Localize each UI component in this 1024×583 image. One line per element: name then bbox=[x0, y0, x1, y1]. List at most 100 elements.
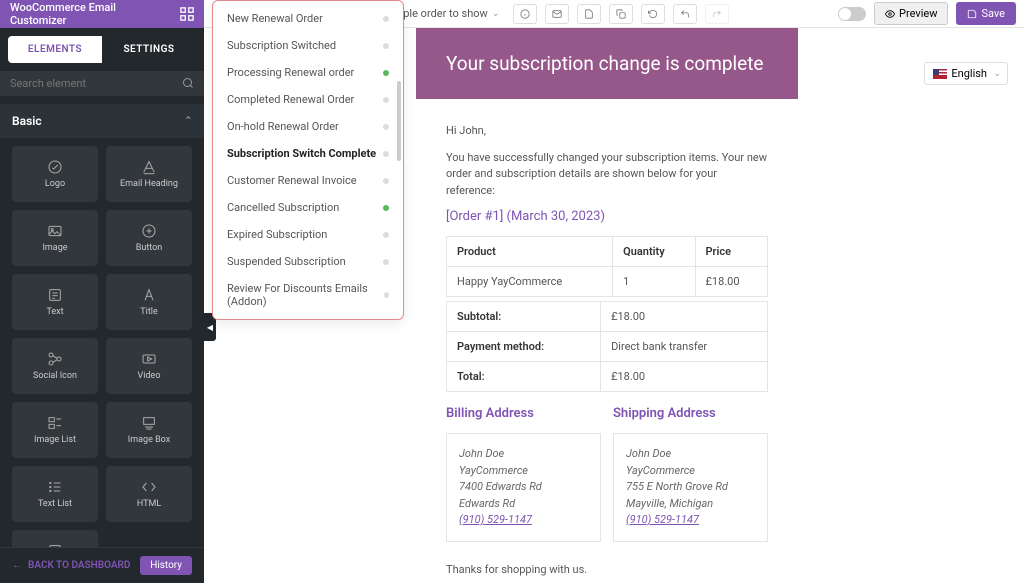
col-price: Price bbox=[695, 237, 768, 267]
dropdown-item[interactable]: New Renewal Order bbox=[213, 5, 403, 32]
dropdown-item[interactable]: Processing Renewal order bbox=[213, 59, 403, 86]
element-email-heading[interactable]: Email Heading bbox=[106, 146, 192, 202]
element-label: Text List bbox=[38, 499, 72, 509]
table-row: Happy YayCommerce 1 £18.00 bbox=[447, 267, 768, 297]
element-footer[interactable]: Footer bbox=[12, 530, 98, 547]
email-intro: You have successfully changed your subsc… bbox=[446, 150, 768, 200]
back-to-dashboard[interactable]: ← BACK TO DASHBOARD bbox=[12, 560, 130, 571]
order-link[interactable]: [Order #1] (March 30, 2023) bbox=[446, 209, 768, 224]
status-dot-icon bbox=[383, 205, 389, 211]
sidebar-tabs: ELEMENTS SETTINGS bbox=[0, 28, 204, 71]
mail-icon[interactable] bbox=[545, 4, 569, 24]
element-social-icon[interactable]: Social Icon bbox=[12, 338, 98, 394]
dropdown-item[interactable]: On-hold Renewal Order bbox=[213, 113, 403, 140]
dropdown-item[interactable]: Completed Renewal Order bbox=[213, 86, 403, 113]
brand-title: WooCommerce Email Customizer bbox=[10, 1, 172, 27]
element-icon bbox=[141, 351, 157, 367]
cell-price: £18.00 bbox=[695, 267, 768, 297]
save-label: Save bbox=[981, 7, 1005, 20]
refresh-icon[interactable] bbox=[641, 4, 665, 24]
element-icon bbox=[47, 351, 63, 367]
billing-line2: Edwards Rd bbox=[459, 496, 588, 513]
undo-icon[interactable] bbox=[673, 4, 697, 24]
history-button[interactable]: History bbox=[140, 556, 192, 575]
element-html[interactable]: HTML bbox=[106, 466, 192, 522]
element-label: Image Box bbox=[128, 435, 170, 445]
chevron-down-icon: ⌄ bbox=[492, 9, 500, 19]
back-label: BACK TO DASHBOARD bbox=[28, 560, 130, 571]
dropdown-item[interactable]: Suspended Subscription bbox=[213, 248, 403, 275]
element-label: Social Icon bbox=[33, 371, 77, 381]
shipping-name: John Doe bbox=[626, 446, 755, 463]
search-icon bbox=[182, 77, 194, 89]
section-basic[interactable]: Basic ⌃ bbox=[0, 104, 204, 138]
element-image-list[interactable]: Image List bbox=[12, 402, 98, 458]
file-icon[interactable] bbox=[577, 4, 601, 24]
col-qty: Quantity bbox=[613, 237, 695, 267]
dropdown-label: Subscription Switch Complete bbox=[227, 147, 376, 160]
element-video[interactable]: Video bbox=[106, 338, 192, 394]
dark-mode-toggle[interactable] bbox=[838, 7, 866, 21]
dropdown-item[interactable]: Expired Subscription bbox=[213, 221, 403, 248]
dropdown-item[interactable]: Subscription Switched bbox=[213, 32, 403, 59]
dropdown-item[interactable]: Review For Discounts Emails (Addon) bbox=[213, 275, 403, 315]
dropdown-item[interactable]: Subscription Switch Complete bbox=[213, 140, 403, 167]
copy-icon[interactable] bbox=[609, 4, 633, 24]
grid-icon[interactable] bbox=[180, 7, 194, 21]
section-label: Basic bbox=[12, 114, 42, 128]
element-label: Text bbox=[46, 307, 63, 317]
billing-title: Billing Address bbox=[446, 406, 601, 421]
element-button[interactable]: Button bbox=[106, 210, 192, 266]
sidebar: ELEMENTS SETTINGS Basic ⌃ Logo Email Head… bbox=[0, 28, 204, 583]
save-button[interactable]: Save bbox=[956, 2, 1016, 25]
dropdown-item[interactable]: Customer Renewal Invoice bbox=[213, 167, 403, 194]
brand: WooCommerce Email Customizer bbox=[0, 0, 204, 28]
status-dot-icon bbox=[383, 178, 389, 184]
status-dot-icon bbox=[383, 97, 389, 103]
shipping-phone[interactable]: (910) 529-1147 bbox=[626, 513, 699, 526]
element-label: Title bbox=[140, 307, 157, 317]
status-dot-icon bbox=[383, 232, 389, 238]
language-label: English bbox=[951, 67, 987, 80]
tab-elements[interactable]: ELEMENTS bbox=[8, 36, 102, 63]
element-text-list[interactable]: Text List bbox=[12, 466, 98, 522]
order-table: Product Quantity Price Happy YayCommerce… bbox=[446, 236, 768, 297]
info-icon[interactable] bbox=[513, 4, 537, 24]
status-dot-icon bbox=[384, 292, 389, 298]
language-select[interactable]: English ⌄ bbox=[924, 62, 1008, 85]
scrollbar[interactable] bbox=[397, 81, 401, 161]
element-logo[interactable]: Logo bbox=[12, 146, 98, 202]
element-image[interactable]: Image bbox=[12, 210, 98, 266]
tab-settings[interactable]: SETTINGS bbox=[102, 36, 196, 63]
chevron-up-icon: ⌃ bbox=[184, 116, 192, 126]
search-input[interactable] bbox=[0, 71, 204, 96]
status-dot-icon bbox=[383, 151, 389, 157]
email-heading: Your subscription change is complete bbox=[446, 52, 768, 75]
dropdown-item[interactable]: Cancelled Subscription bbox=[213, 194, 403, 221]
billing-phone[interactable]: (910) 529-1147 bbox=[459, 513, 532, 526]
element-image-box[interactable]: Image Box bbox=[106, 402, 192, 458]
payment-label: Payment method: bbox=[447, 332, 601, 362]
dropdown-label: Review For Discounts Emails (Addon) bbox=[227, 282, 384, 308]
element-text[interactable]: Text bbox=[12, 274, 98, 330]
element-label: HTML bbox=[137, 499, 161, 509]
email-preview: Your subscription change is complete Hi … bbox=[416, 28, 798, 583]
email-header: Your subscription change is complete bbox=[416, 28, 798, 99]
preview-button[interactable]: Preview bbox=[874, 2, 948, 25]
arrow-left-icon: ← bbox=[12, 560, 22, 571]
shipping-title: Shipping Address bbox=[613, 406, 768, 421]
col-product: Product bbox=[447, 237, 613, 267]
dropdown-label: Expired Subscription bbox=[227, 228, 327, 241]
billing-company: YayCommerce bbox=[459, 463, 588, 480]
element-label: Video bbox=[138, 371, 161, 381]
flag-us-icon bbox=[933, 69, 947, 79]
element-label: Email Heading bbox=[120, 179, 178, 189]
element-title[interactable]: Title bbox=[106, 274, 192, 330]
billing-address: John Doe YayCommerce 7400 Edwards Rd Edw… bbox=[446, 433, 601, 542]
element-icon bbox=[47, 479, 63, 495]
element-icon bbox=[47, 415, 63, 431]
dropdown-label: Cancelled Subscription bbox=[227, 201, 339, 214]
element-label: Logo bbox=[45, 179, 65, 189]
email-greeting: Hi John, bbox=[446, 123, 768, 140]
redo-icon[interactable] bbox=[705, 4, 729, 24]
